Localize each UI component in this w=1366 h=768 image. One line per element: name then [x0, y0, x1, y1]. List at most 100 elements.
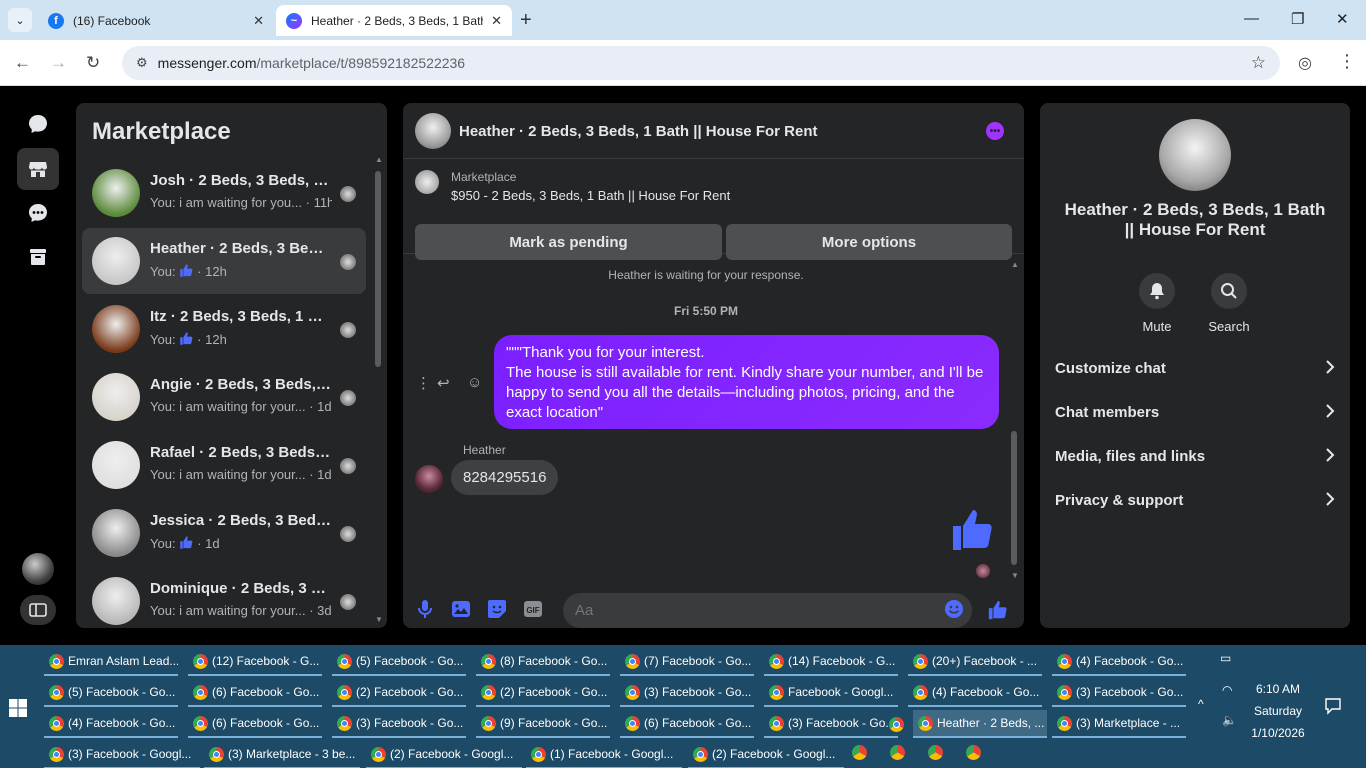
windows-start-button[interactable]: [8, 698, 28, 723]
taskbar-window-item[interactable]: (9) Facebook - Go...: [476, 710, 610, 738]
taskbar-window-item[interactable]: (3) Facebook - Go...: [620, 679, 754, 707]
taskbar-window-item[interactable]: (6) Facebook - Go...: [188, 710, 322, 738]
incoming-message[interactable]: 8284295516: [451, 460, 559, 495]
taskbar-window-item[interactable]: (12) Facebook - G...: [188, 648, 322, 676]
mute-button[interactable]: Mute: [1127, 273, 1187, 334]
profile-icon[interactable]: ◎: [1298, 53, 1312, 73]
sender-avatar[interactable]: [415, 465, 443, 493]
archive-nav-button[interactable]: [17, 236, 59, 278]
taskbar-window-item[interactable]: (5) Facebook - Go...: [332, 648, 466, 676]
outgoing-message[interactable]: """Thank you for your interest. The house…: [494, 335, 999, 429]
conversation-item[interactable]: Josh · 2 Beds, 3 Beds, 1 Bath || House F…: [82, 160, 366, 226]
taskbar-window-item[interactable]: (4) Facebook - Go...: [908, 679, 1042, 707]
bookmark-star-icon[interactable]: ☆: [1251, 53, 1266, 73]
listing-thumb[interactable]: [415, 170, 439, 194]
chrome-icon[interactable]: [852, 745, 867, 760]
taskbar-window-item[interactable]: (14) Facebook - G...: [764, 648, 898, 676]
chat-avatar[interactable]: [415, 113, 451, 149]
user-avatar[interactable]: [22, 553, 54, 585]
taskbar-window-item[interactable]: Emran Aslam Lead...: [44, 648, 178, 676]
taskbar-window-item[interactable]: (7) Facebook - Go...: [620, 648, 754, 676]
taskbar-window-item[interactable]: Heather · 2 Beds, ...: [913, 710, 1047, 738]
taskbar-window-item[interactable]: (8) Facebook - Go...: [476, 648, 610, 676]
taskbar-window-item[interactable]: (3) Marketplace - ...: [1052, 710, 1186, 738]
toggle-sidebar-button[interactable]: [20, 595, 56, 625]
reply-icon[interactable]: ↩: [437, 374, 450, 392]
volume-icon[interactable]: 🔈: [1222, 713, 1237, 727]
chat-scroll-up-icon[interactable]: ▲: [1011, 260, 1019, 269]
taskbar-window-item[interactable]: [884, 710, 910, 738]
taskbar-window-item[interactable]: (4) Facebook - Go...: [44, 710, 178, 738]
back-button[interactable]: ←: [14, 53, 31, 73]
conversation-item[interactable]: Heather · 2 Beds, 3 Beds, 1 Bath || Hous…: [82, 228, 366, 294]
gif-icon[interactable]: GIF: [523, 599, 543, 624]
taskbar-window-item[interactable]: (3) Facebook - Go...: [1052, 679, 1186, 707]
show-hidden-icons[interactable]: ^: [1198, 697, 1204, 711]
emoji-icon[interactable]: [944, 599, 964, 624]
chrome-icon[interactable]: [966, 745, 981, 760]
chat-scroll-down-icon[interactable]: ▼: [1011, 571, 1019, 580]
react-icon[interactable]: ☺: [467, 374, 482, 391]
forward-button[interactable]: →: [50, 53, 67, 73]
network-icon[interactable]: ◠: [1222, 683, 1232, 697]
listing-title[interactable]: $950 - 2 Beds, 3 Beds, 1 Bath || House F…: [451, 188, 730, 203]
chrome-icon[interactable]: [890, 745, 905, 760]
notifications-button[interactable]: [1324, 697, 1342, 720]
taskbar-window-item[interactable]: (6) Facebook - Go...: [620, 710, 754, 738]
taskbar-window-item[interactable]: (20+) Facebook - ...: [908, 648, 1042, 676]
scroll-up-icon[interactable]: ▲: [375, 155, 383, 164]
chrome-icon[interactable]: [928, 745, 943, 760]
sticker-icon[interactable]: [487, 599, 507, 624]
taskbar-window-item[interactable]: (2) Facebook - Go...: [476, 679, 610, 707]
search-button[interactable]: Search: [1199, 273, 1259, 334]
taskbar-window-item[interactable]: (5) Facebook - Go...: [44, 679, 178, 707]
requests-nav-button[interactable]: [17, 192, 59, 234]
photo-icon[interactable]: [451, 599, 471, 624]
info-row-customize-chat[interactable]: Customize chat: [1055, 353, 1335, 383]
browser-menu-icon[interactable]: ⋮: [1338, 51, 1356, 72]
message-input[interactable]: [563, 593, 972, 628]
info-row-chat-members[interactable]: Chat members: [1055, 397, 1335, 427]
taskbar-window-item[interactable]: (3) Marketplace - 3 be...: [204, 741, 360, 768]
conversation-item[interactable]: Jessica · 2 Beds, 3 Beds, 1 Bath || Hous…: [82, 500, 366, 566]
taskbar-window-item[interactable]: (2) Facebook - Googl...: [366, 741, 522, 768]
contact-avatar[interactable]: [1159, 119, 1231, 191]
close-tab-icon[interactable]: ✕: [253, 13, 264, 29]
taskbar-window-item[interactable]: (2) Facebook - Googl...: [688, 741, 844, 768]
voice-clip-icon[interactable]: [417, 599, 433, 624]
reload-button[interactable]: ↻: [86, 53, 100, 73]
message-more-icon[interactable]: ⋮: [416, 374, 431, 392]
taskbar-window-item[interactable]: (2) Facebook - Go...: [332, 679, 466, 707]
chat-scrollbar[interactable]: [1011, 431, 1017, 565]
chats-nav-button[interactable]: [17, 103, 59, 145]
chat-title[interactable]: Heather · 2 Beds, 3 Beds, 1 Bath || Hous…: [459, 123, 817, 140]
site-info-icon[interactable]: ⚙: [136, 55, 148, 71]
new-tab-button[interactable]: +: [520, 9, 532, 32]
close-tab-icon[interactable]: ✕: [491, 13, 502, 29]
conversation-item[interactable]: Itz · 2 Beds, 3 Beds, 1 Bath || House Fo…: [82, 296, 366, 362]
tab-facebook[interactable]: f (16) Facebook ✕: [38, 5, 274, 36]
more-options-button[interactable]: More options: [726, 224, 1012, 260]
taskbar-window-item[interactable]: (3) Facebook - Go...: [764, 710, 898, 738]
more-info-icon[interactable]: •••: [986, 122, 1004, 140]
conversation-item[interactable]: Rafael · 2 Beds, 3 Beds, 1 Bath || House…: [82, 432, 366, 498]
mark-pending-button[interactable]: Mark as pending: [415, 224, 722, 260]
minimize-button[interactable]: —: [1244, 10, 1259, 27]
taskbar-window-item[interactable]: (1) Facebook - Googl...: [526, 741, 682, 768]
url-bar[interactable]: ⚙ messenger.com/marketplace/t/8985921825…: [122, 46, 1280, 80]
close-window-button[interactable]: ✕: [1336, 10, 1349, 28]
taskbar-window-item[interactable]: (3) Facebook - Googl...: [44, 741, 200, 768]
marketplace-nav-button[interactable]: [17, 148, 59, 190]
maximize-button[interactable]: ❐: [1291, 10, 1304, 28]
taskbar-window-item[interactable]: (4) Facebook - Go...: [1052, 648, 1186, 676]
system-clock[interactable]: 6:10 AM Saturday 1/10/2026: [1240, 678, 1316, 744]
conversation-item[interactable]: Angie · 2 Beds, 3 Beds, 1 Bath || House …: [82, 364, 366, 430]
like-button-icon[interactable]: [987, 599, 1009, 626]
info-row-media-files-and-links[interactable]: Media, files and links: [1055, 441, 1335, 471]
info-row-privacy-support[interactable]: Privacy & support: [1055, 485, 1335, 515]
conversation-item[interactable]: Dominique · 2 Beds, 3 Beds, 1 Bath || Ho…: [82, 568, 366, 628]
taskbar-window-item[interactable]: (6) Facebook - Go...: [188, 679, 322, 707]
taskbar-window-item[interactable]: Facebook - Googl...: [764, 679, 898, 707]
tab-messenger[interactable]: ~ Heather · 2 Beds, 3 Beds, 1 Bath ✕: [276, 5, 512, 36]
tab-search-button[interactable]: ⌄: [8, 8, 32, 32]
